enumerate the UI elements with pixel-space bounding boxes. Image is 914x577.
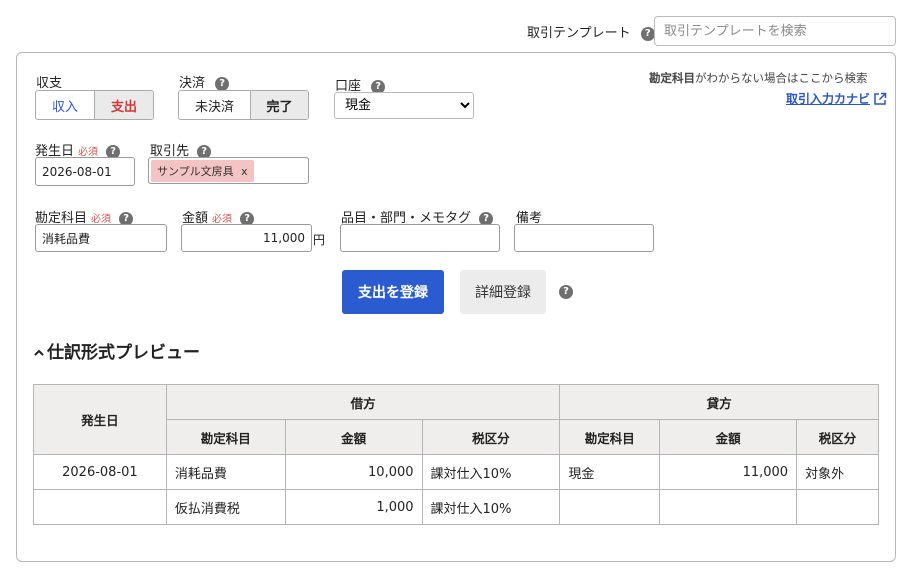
cell-credit-amount bbox=[659, 489, 798, 525]
unsettled-button[interactable]: 未決済 bbox=[179, 91, 250, 119]
cell-debit-tax: 課対仕入10% bbox=[421, 489, 561, 525]
preview-title: 仕訳形式プレビュー bbox=[47, 343, 200, 363]
template-search-label: 取引テンプレート ? bbox=[527, 22, 655, 41]
partner-tag: サンプル文房具 x bbox=[151, 159, 254, 182]
register-expense-button[interactable]: 支出を登録 bbox=[342, 270, 444, 314]
template-search-input[interactable] bbox=[654, 16, 896, 46]
table-row: 2026-08-01 消耗品費 10,000 課対仕入10% 現金 11,000… bbox=[33, 454, 879, 490]
account-hint: 勘定科目がわからない場合はここから検索 bbox=[649, 70, 868, 86]
hint-strong: 勘定科目 bbox=[649, 71, 695, 85]
cell-debit-tax: 課対仕入10% bbox=[421, 454, 561, 490]
settled-button[interactable]: 完了 bbox=[249, 91, 308, 119]
expense-button[interactable]: 支出 bbox=[94, 91, 153, 119]
cell-debit-amount: 1,000 bbox=[284, 489, 423, 525]
cell-debit-amount: 10,000 bbox=[284, 454, 423, 490]
income-button[interactable]: 収入 bbox=[36, 91, 94, 119]
detail-register-button[interactable]: 詳細登録 bbox=[460, 270, 546, 314]
cell-date: 2026-08-01 bbox=[33, 454, 167, 490]
header-date: 発生日 bbox=[33, 384, 167, 455]
settlement-label-text: 決済 bbox=[179, 76, 206, 91]
help-icon[interactable]: ? bbox=[215, 76, 230, 91]
amount-input[interactable]: 11,000 bbox=[181, 224, 312, 252]
header-debit-tax: 税区分 bbox=[421, 419, 561, 455]
income-expense-toggle: 収入 支出 bbox=[35, 90, 154, 120]
item-tags-input[interactable] bbox=[340, 224, 500, 252]
partner-input[interactable]: サンプル文房具 x bbox=[148, 157, 309, 184]
header-debit-amount: 金額 bbox=[284, 419, 423, 455]
cell-debit-account: 仮払消費税 bbox=[165, 489, 286, 525]
chevron-up-icon bbox=[34, 349, 44, 356]
journal-preview-table: 発生日 借方 貸方 勘定科目 金額 税区分 勘定科目 金額 税区分 2026-0… bbox=[33, 384, 879, 525]
account-select[interactable]: 現金 bbox=[334, 92, 474, 119]
amount-unit: 円 bbox=[313, 233, 326, 247]
date-input[interactable]: 2026-08-01 bbox=[35, 157, 135, 186]
cell-credit-account bbox=[559, 489, 661, 525]
cell-credit-tax bbox=[796, 489, 879, 525]
cell-credit-amount: 11,000 bbox=[659, 454, 798, 490]
template-label-text: 取引テンプレート bbox=[527, 26, 631, 41]
navigator-link-text[interactable]: 取引入力カナビ bbox=[786, 90, 870, 107]
remarks-input[interactable] bbox=[514, 224, 654, 252]
income-expense-label: 収支 bbox=[36, 76, 63, 91]
settlement-label: 決済 ? bbox=[179, 72, 230, 91]
cell-date bbox=[33, 489, 167, 525]
help-icon[interactable]: ? bbox=[559, 285, 573, 299]
account-item-input[interactable]: 消耗品費 bbox=[35, 224, 167, 252]
hint-text: がわからない場合はここから検索 bbox=[695, 71, 868, 85]
header-credit: 貸方 bbox=[559, 384, 879, 420]
partner-tag-text: サンプル文房具 bbox=[157, 164, 234, 178]
header-debit-account: 勘定科目 bbox=[165, 419, 286, 455]
preview-toggle[interactable]: 仕訳形式プレビュー bbox=[33, 338, 200, 363]
cell-credit-tax: 対象外 bbox=[796, 454, 879, 490]
cell-credit-account: 現金 bbox=[559, 454, 661, 490]
header-credit-account: 勘定科目 bbox=[559, 419, 661, 455]
header-debit: 借方 bbox=[165, 384, 561, 420]
external-link-icon bbox=[874, 92, 887, 105]
settlement-toggle: 未決済 完了 bbox=[178, 90, 309, 120]
header-credit-tax: 税区分 bbox=[796, 419, 879, 455]
header-credit-amount: 金額 bbox=[659, 419, 798, 455]
table-row: 仮払消費税 1,000 課対仕入10% bbox=[33, 489, 879, 525]
cell-debit-account: 消耗品費 bbox=[165, 454, 286, 490]
help-icon[interactable]: ? bbox=[640, 26, 655, 41]
remove-tag-icon[interactable]: x bbox=[241, 165, 248, 178]
navigator-link[interactable]: 取引入力カナビ bbox=[786, 90, 887, 107]
